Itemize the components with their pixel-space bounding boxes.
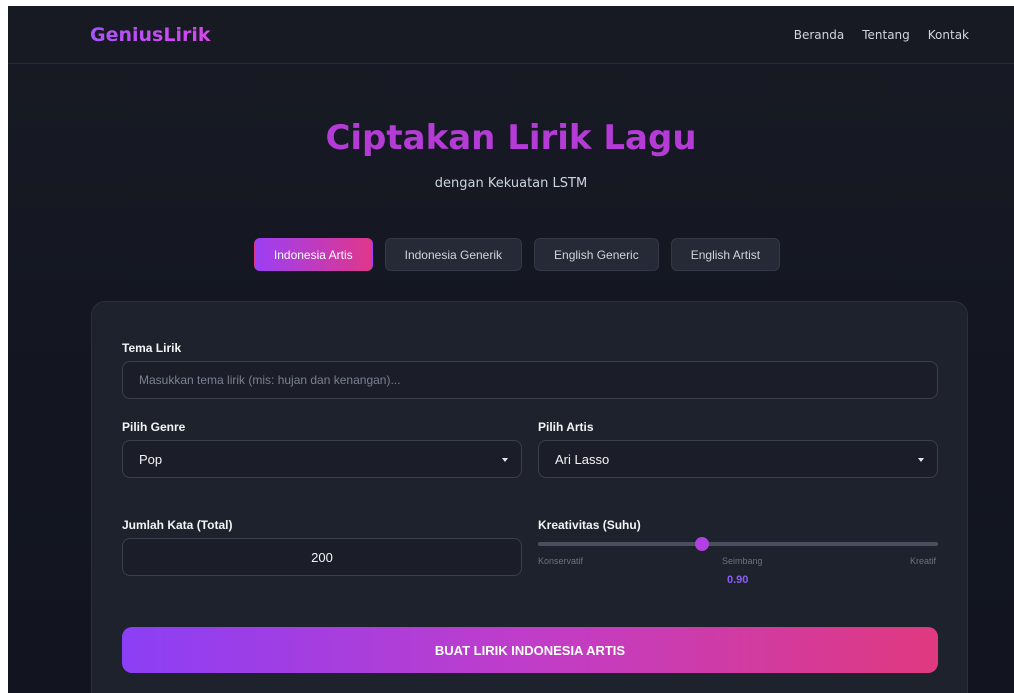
logo[interactable]: GeniusLirik: [90, 24, 211, 46]
nav-link-tentang[interactable]: Tentang: [862, 28, 910, 42]
genre-select-value: Pop: [139, 451, 163, 467]
hero-title: Ciptakan Lirik Lagu: [325, 118, 697, 158]
artist-select-value: Ari Lasso: [555, 451, 610, 467]
lyric-form-card: Tema Lirik Pilih Genre Pop Pilih Artis A…: [91, 301, 968, 693]
theme-label: Tema Lirik: [122, 341, 182, 355]
nav-links: Beranda Tentang Kontak: [794, 28, 969, 42]
creativity-label: Kreativitas (Suhu): [538, 518, 641, 532]
genre-label: Pilih Genre: [122, 420, 186, 434]
hero-subtitle: dengan Kekuatan LSTM: [434, 176, 588, 191]
navbar: GeniusLirik Beranda Tentang Kontak: [8, 6, 1014, 64]
chevron-down-icon: [502, 458, 508, 462]
creativity-value: 0.90: [727, 574, 749, 586]
word-count-label: Jumlah Kata (Total): [122, 518, 233, 532]
tab-english-artist[interactable]: English Artist: [670, 238, 781, 271]
mode-tabs: Indonesia Artis Indonesia Generik Englis…: [8, 238, 1014, 271]
word-count-input[interactable]: [122, 538, 522, 576]
generate-lyrics-button[interactable]: BUAT LIRIK INDONESIA ARTIS: [122, 627, 938, 673]
artist-label: Pilih Artis: [538, 420, 594, 434]
tab-indonesia-artis[interactable]: Indonesia Artis: [253, 238, 373, 271]
slider-min-label: Konservatif: [538, 556, 584, 566]
slider-max-label: Kreatif: [910, 556, 937, 566]
chevron-down-icon: [918, 458, 924, 462]
tab-english-generic[interactable]: English Generic: [534, 238, 659, 271]
slider-mid-label: Seimbang: [722, 556, 763, 566]
creativity-slider-track[interactable]: [538, 542, 938, 546]
genre-select[interactable]: Pop: [122, 440, 522, 478]
theme-input[interactable]: [122, 361, 938, 399]
artist-select[interactable]: Ari Lasso: [538, 440, 938, 478]
tab-indonesia-generik[interactable]: Indonesia Generik: [384, 238, 523, 271]
page: GeniusLirik Beranda Tentang Kontak Cipta…: [8, 6, 1014, 693]
nav-link-beranda[interactable]: Beranda: [794, 28, 844, 42]
creativity-slider-thumb[interactable]: [695, 537, 709, 551]
nav-link-kontak[interactable]: Kontak: [928, 28, 969, 42]
